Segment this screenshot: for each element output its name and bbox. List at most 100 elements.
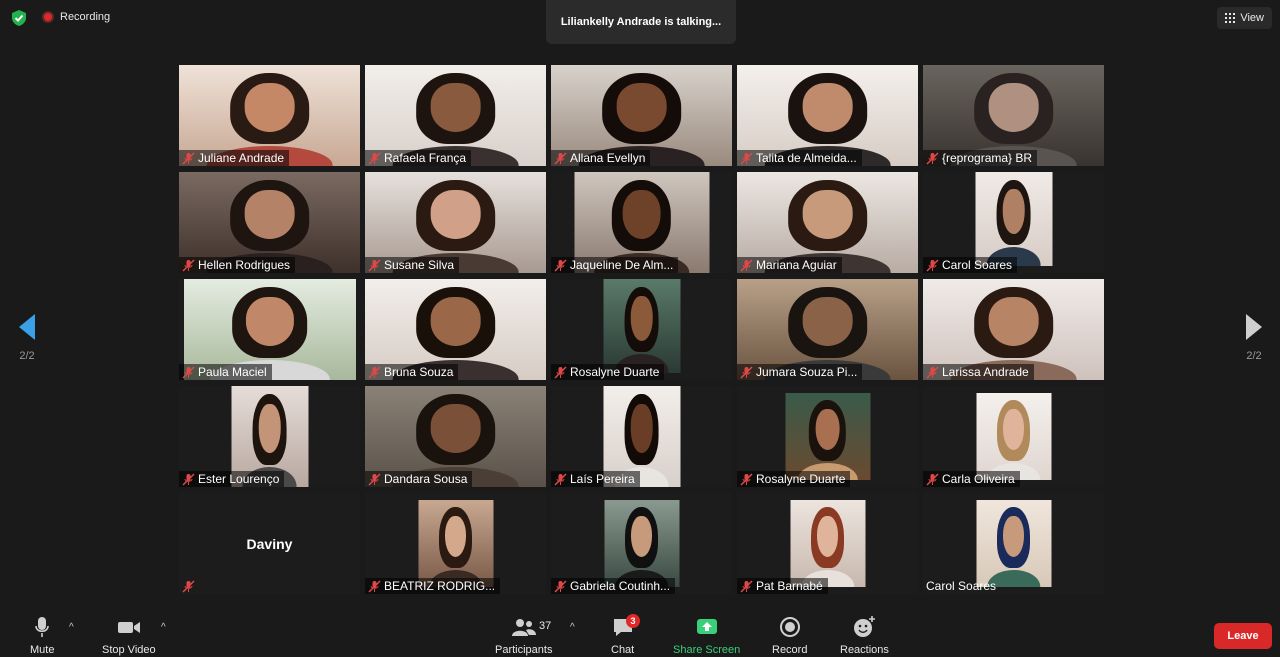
participant-name: {reprograma} BR	[942, 151, 1033, 165]
participants-label: Participants	[495, 644, 553, 656]
video-tile[interactable]: BEATRIZ RODRIG...	[365, 493, 546, 594]
video-tile[interactable]: Pat Barnabé	[737, 493, 918, 594]
video-tile[interactable]: Carol Soares	[923, 493, 1104, 594]
participant-name: Jaqueline De Alm...	[570, 258, 674, 272]
mic-off-icon	[368, 258, 381, 272]
mic-off-icon	[926, 365, 939, 379]
video-tile[interactable]: {reprograma} BR	[923, 65, 1104, 166]
grid-icon	[1225, 13, 1236, 23]
participant-name: Rosalyne Duarte	[570, 365, 660, 379]
video-options-caret[interactable]: ^	[161, 622, 166, 633]
mute-label: Mute	[30, 644, 55, 656]
video-tile[interactable]: Paula Maciel	[179, 279, 360, 380]
mic-off-icon	[182, 151, 195, 165]
video-tile[interactable]: Gabriela Coutinh...	[551, 493, 732, 594]
recording-indicator[interactable]: Recording	[42, 11, 110, 23]
participant-name: Larissa Andrade	[942, 365, 1029, 379]
participant-name: Pat Barnabé	[756, 579, 823, 593]
reactions-icon	[854, 616, 876, 637]
next-page-button[interactable]: 2/2	[1239, 314, 1269, 362]
mic-off-icon	[554, 365, 567, 379]
leave-button[interactable]: Leave	[1214, 623, 1272, 649]
participant-name: Allana Evellyn	[570, 151, 646, 165]
video-tile[interactable]: Laís Pereira	[551, 386, 732, 487]
mic-off-icon	[740, 151, 753, 165]
view-label: View	[1240, 12, 1264, 24]
arrow-right-icon	[1246, 314, 1262, 340]
mic-off-icon	[740, 365, 753, 379]
meeting-toolbar: Mute ^ Stop Video ^ Participants 37 ^ Ch…	[0, 612, 1280, 657]
video-tile-no-camera[interactable]: Daviny	[179, 493, 360, 594]
participant-name: BEATRIZ RODRIG...	[384, 579, 496, 593]
video-tile[interactable]: Allana Evellyn	[551, 65, 732, 166]
video-tile[interactable]: Bruna Souza	[365, 279, 546, 380]
mic-off-icon	[368, 365, 381, 379]
audio-options-caret[interactable]: ^	[69, 622, 74, 633]
participant-name: Carla Oliveira	[942, 472, 1015, 486]
mic-off-icon	[182, 365, 195, 379]
video-tile[interactable]: Talita de Almeida...	[737, 65, 918, 166]
video-tile[interactable]: Juliane Andrade	[179, 65, 360, 166]
shield-check-icon[interactable]	[10, 9, 28, 27]
participant-name: Jumara Souza Pi...	[756, 365, 858, 379]
mic-off-icon	[554, 472, 567, 486]
stop-video-label: Stop Video	[102, 644, 156, 656]
participant-name: Susane Silva	[384, 258, 455, 272]
participant-name: Juliane Andrade	[198, 151, 285, 165]
share-screen-button[interactable]: Share Screen	[673, 615, 740, 656]
participant-name: Carol Soares	[926, 579, 997, 593]
video-tile[interactable]: Jumara Souza Pi...	[737, 279, 918, 380]
video-feed	[976, 393, 1051, 480]
participant-name: Gabriela Coutinh...	[570, 579, 671, 593]
participant-name: Bruna Souza	[384, 365, 454, 379]
video-tile[interactable]: Carla Oliveira	[923, 386, 1104, 487]
video-feed	[790, 500, 865, 587]
record-button[interactable]: Record	[772, 615, 807, 656]
mic-off-icon	[926, 258, 939, 272]
participants-icon	[511, 619, 536, 636]
mic-off-icon	[368, 472, 381, 486]
participant-display-name: Daviny	[246, 535, 293, 552]
participant-name: Rosalyne Duarte	[756, 472, 846, 486]
video-tile[interactable]: Susane Silva	[365, 172, 546, 273]
share-screen-label: Share Screen	[673, 644, 741, 656]
video-tile[interactable]: Rosalyne Duarte	[551, 279, 732, 380]
participants-options-caret[interactable]: ^	[570, 622, 575, 633]
video-tile[interactable]: Larissa Andrade	[923, 279, 1104, 380]
view-button[interactable]: View	[1217, 7, 1272, 29]
video-gallery: Juliane Andrade Rafaela França Allana Ev…	[179, 65, 1104, 594]
recording-label: Recording	[60, 11, 111, 23]
chat-unread-badge: 3	[626, 614, 640, 628]
participant-name: Mariana Aguiar	[756, 258, 837, 272]
mic-off-icon	[554, 258, 567, 272]
video-tile[interactable]: Rosalyne Duarte	[737, 386, 918, 487]
stop-video-button[interactable]: Stop Video	[102, 615, 156, 656]
video-feed	[785, 393, 870, 480]
video-tile[interactable]: Ester Lourenço	[179, 386, 360, 487]
mic-off-icon	[368, 151, 381, 165]
mic-off-icon	[740, 472, 753, 486]
reactions-button[interactable]: Reactions	[840, 615, 889, 656]
video-feed	[603, 279, 680, 373]
record-label: Record	[772, 644, 808, 656]
top-bar: Recording Liliankelly Andrade is talking…	[0, 0, 1280, 44]
participant-name: Paula Maciel	[198, 365, 267, 379]
mic-off-icon	[368, 579, 381, 593]
mic-off-icon	[182, 472, 195, 486]
video-tile[interactable]: Carol Soares	[923, 172, 1104, 273]
arrow-left-icon	[19, 314, 35, 340]
video-tile[interactable]: Hellen Rodrigues	[179, 172, 360, 273]
video-tile[interactable]: Dandara Sousa	[365, 386, 546, 487]
video-feed	[418, 500, 493, 587]
video-tile[interactable]: Mariana Aguiar	[737, 172, 918, 273]
mute-button[interactable]: Mute	[30, 615, 54, 656]
participant-count: 37	[539, 620, 552, 632]
video-tile[interactable]: Rafaela França	[365, 65, 546, 166]
video-tile[interactable]: Jaqueline De Alm...	[551, 172, 732, 273]
chat-label: Chat	[611, 644, 635, 656]
record-dot-icon	[42, 11, 54, 23]
previous-page-button[interactable]: 2/2	[12, 314, 42, 362]
share-screen-icon	[696, 619, 717, 634]
video-feed	[976, 500, 1051, 587]
video-feed	[975, 172, 1052, 266]
